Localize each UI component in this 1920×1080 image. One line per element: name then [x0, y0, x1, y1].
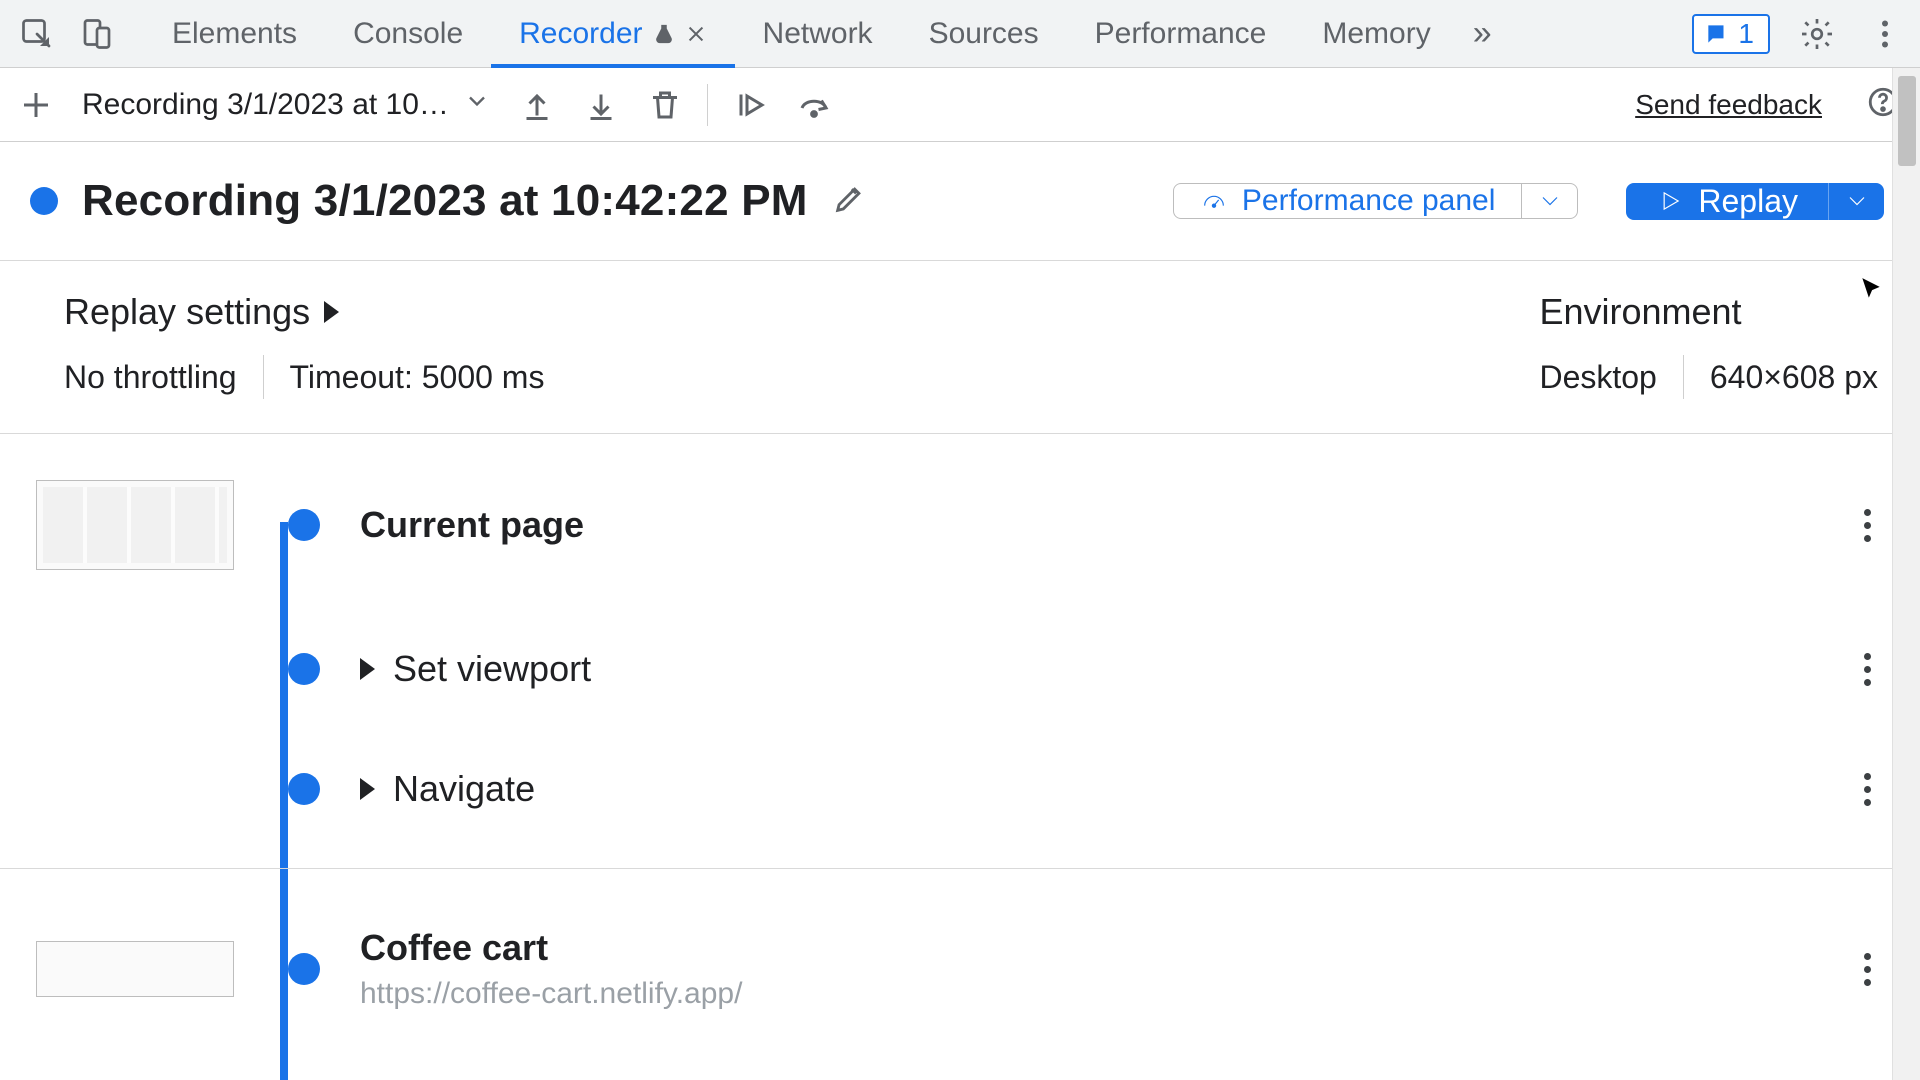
close-tab-icon[interactable] [685, 23, 707, 45]
environment-viewport: 640×608 px [1710, 359, 1878, 396]
step-url: https://coffee-cart.netlify.app/ [360, 977, 742, 1011]
recording-status-dot-icon [30, 187, 58, 215]
import-recording-icon[interactable] [515, 83, 559, 127]
tab-performance[interactable]: Performance [1067, 0, 1295, 67]
step-kebab-icon[interactable] [1850, 773, 1884, 806]
device-toolbar-icon[interactable] [76, 13, 118, 55]
environment-device: Desktop [1539, 359, 1656, 396]
timeline-node-icon [288, 653, 320, 685]
more-tabs-chevron-icon[interactable]: » [1459, 0, 1506, 67]
step-thumbnail [36, 941, 234, 997]
tab-memory[interactable]: Memory [1294, 0, 1458, 67]
steps-list: Current page Set viewport Navigate [0, 462, 1920, 1029]
tab-sources[interactable]: Sources [901, 0, 1067, 67]
toolbar-divider [707, 84, 708, 126]
gauge-icon [1200, 187, 1228, 215]
section-divider [0, 433, 1920, 434]
replay-caret[interactable] [1828, 183, 1884, 220]
chevron-down-icon [463, 87, 491, 123]
group-divider [0, 868, 1920, 869]
step-title: Coffee cart [360, 927, 548, 969]
export-recording-icon[interactable] [579, 83, 623, 127]
timeline-node-icon [288, 509, 320, 541]
disclosure-triangle-icon[interactable] [360, 778, 375, 800]
environment-heading: Environment [1539, 291, 1878, 333]
step-row[interactable]: Current page [36, 462, 1884, 588]
play-icon [1656, 187, 1684, 215]
performance-panel-button[interactable]: Performance panel [1173, 183, 1578, 219]
replay-settings-toggle[interactable]: Replay settings [64, 291, 544, 333]
timeout-value: Timeout: 5000 ms [290, 359, 545, 396]
step-row[interactable]: Set viewport [36, 630, 1884, 708]
step-row[interactable]: Coffee cart https://coffee-cart.netlify.… [36, 909, 1884, 1029]
step-kebab-icon[interactable] [1850, 953, 1884, 986]
tab-recorder[interactable]: Recorder [491, 0, 734, 67]
tab-elements[interactable]: Elements [144, 0, 325, 67]
step-over-icon[interactable] [792, 83, 836, 127]
recording-selector-label: Recording 3/1/2023 at 10… [82, 88, 449, 122]
send-feedback-link[interactable]: Send feedback [1635, 89, 1822, 121]
settings-gear-icon[interactable] [1796, 13, 1838, 55]
delete-recording-icon[interactable] [643, 83, 687, 127]
performance-panel-label: Performance panel [1242, 184, 1495, 218]
tab-console[interactable]: Console [325, 0, 491, 67]
recording-titlebar: Recording 3/1/2023 at 10:42:22 PM Perfor… [0, 142, 1920, 260]
inspect-element-icon[interactable] [16, 13, 58, 55]
kebab-menu-icon[interactable] [1864, 13, 1906, 55]
issues-count: 1 [1738, 18, 1754, 50]
replay-settings-section: Replay settings No throttling Timeout: 5… [0, 261, 1920, 433]
step-title: Set viewport [393, 648, 591, 690]
edit-title-icon[interactable] [832, 182, 866, 221]
scrollbar-thumb[interactable] [1898, 76, 1916, 166]
performance-panel-caret[interactable] [1521, 184, 1577, 218]
replay-settings-heading: Replay settings [64, 291, 310, 333]
new-recording-icon[interactable] [14, 83, 58, 127]
tab-network[interactable]: Network [735, 0, 901, 67]
recorder-toolbar: Recording 3/1/2023 at 10… Send feedback [0, 68, 1920, 142]
step-title: Navigate [393, 768, 535, 810]
scrollbar[interactable] [1892, 68, 1920, 1080]
timeline-node-icon [288, 773, 320, 805]
issues-badge[interactable]: 1 [1692, 14, 1770, 54]
step-kebab-icon[interactable] [1850, 653, 1884, 686]
disclosure-triangle-icon [324, 301, 339, 323]
caret-down-icon [1536, 187, 1564, 215]
step-row[interactable]: Navigate [36, 750, 1884, 828]
recording-selector[interactable]: Recording 3/1/2023 at 10… [78, 83, 495, 127]
experiment-icon [653, 23, 675, 45]
step-title: Current page [360, 504, 584, 546]
devtools-tabstrip: Elements Console Recorder Network Source… [0, 0, 1920, 68]
step-play-icon[interactable] [728, 83, 772, 127]
step-kebab-icon[interactable] [1850, 509, 1884, 542]
caret-down-icon [1843, 187, 1871, 215]
step-thumbnail [36, 480, 234, 570]
disclosure-triangle-icon[interactable] [360, 658, 375, 680]
settings-divider [1683, 355, 1684, 399]
replay-button[interactable]: Replay [1626, 183, 1884, 220]
throttling-value: No throttling [64, 359, 237, 396]
settings-divider [263, 355, 264, 399]
timeline-node-icon [288, 953, 320, 985]
recording-title: Recording 3/1/2023 at 10:42:22 PM [82, 176, 808, 226]
replay-label: Replay [1698, 183, 1798, 220]
